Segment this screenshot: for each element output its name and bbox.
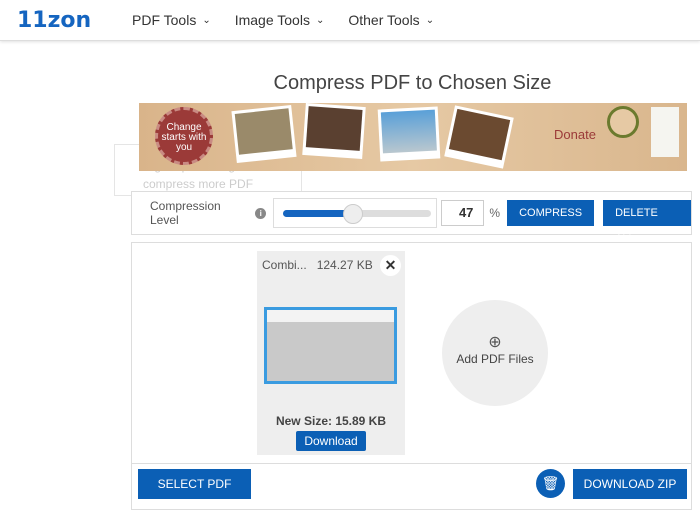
slider-thumb[interactable] (342, 204, 363, 224)
add-pdf-files-label: Add PDF Files (456, 352, 534, 366)
add-pdf-files-button[interactable]: ⊕ Add PDF Files (442, 300, 548, 406)
plus-circle-icon: ⊕ (488, 334, 502, 351)
compression-controls: Compression Level i 47 % COMPRESS DELETE … (131, 191, 692, 245)
select-pdf-button[interactable]: SELECT PDF (138, 469, 251, 499)
compression-value-input[interactable]: 47 (440, 200, 485, 226)
stamp-icon (607, 106, 639, 138)
chevron-down-icon: ⌄ (315, 14, 325, 26)
photo (444, 105, 514, 169)
download-button[interactable]: Download (296, 431, 366, 451)
top-nav: 11zon PDF Tools ⌄ Image Tools ⌄ Other Tool… (0, 0, 700, 41)
files-area: Combi... 124.27 KB ✕ New Size: 15.89 KB … (131, 242, 692, 510)
new-size: New Size: 15.89 KB (275, 414, 387, 428)
menu-pdf-tools[interactable]: PDF Tools ⌄ (132, 12, 211, 28)
postage-stamp-icon (651, 107, 679, 157)
compression-slider[interactable] (273, 198, 437, 228)
photo (377, 106, 441, 162)
close-icon[interactable]: ✕ (380, 255, 401, 276)
percent-sign: % (489, 206, 501, 220)
chevron-down-icon: ⌄ (202, 14, 211, 26)
compress-button[interactable]: COMPRESS (507, 200, 595, 226)
file-size: 124.27 KB (316, 258, 373, 272)
trash-icon[interactable]: 🗑 (536, 469, 565, 498)
donate-text: Donate (554, 127, 596, 142)
menu-other-tools[interactable]: Other Tools ⌄ (348, 12, 434, 28)
page-title: Compress PDF to Chosen Size (273, 72, 552, 94)
chevron-down-icon: ⌄ (425, 14, 435, 26)
info-icon[interactable]: i (255, 207, 267, 219)
delete-all-button[interactable]: DELETE ALL (603, 200, 691, 245)
download-zip-button[interactable]: DOWNLOAD ZIP (573, 469, 687, 499)
photo (231, 105, 297, 163)
seal-badge: Change starts with you (155, 107, 213, 165)
menu-image-tools[interactable]: Image Tools ⌄ (235, 12, 325, 28)
compression-level-label: Compression Level (150, 199, 221, 227)
pdf-thumbnail (264, 307, 397, 384)
file-card: Combi... 124.27 KB ✕ New Size: 15.89 KB … (257, 251, 405, 455)
photo (302, 103, 366, 160)
donate-banner[interactable]: Change starts with you Donate (139, 103, 687, 171)
footer-bar: SELECT PDF 🗑 DOWNLOAD ZIP (132, 463, 691, 511)
logo[interactable]: 11zon (17, 8, 132, 33)
file-name: Combi... (262, 258, 307, 272)
